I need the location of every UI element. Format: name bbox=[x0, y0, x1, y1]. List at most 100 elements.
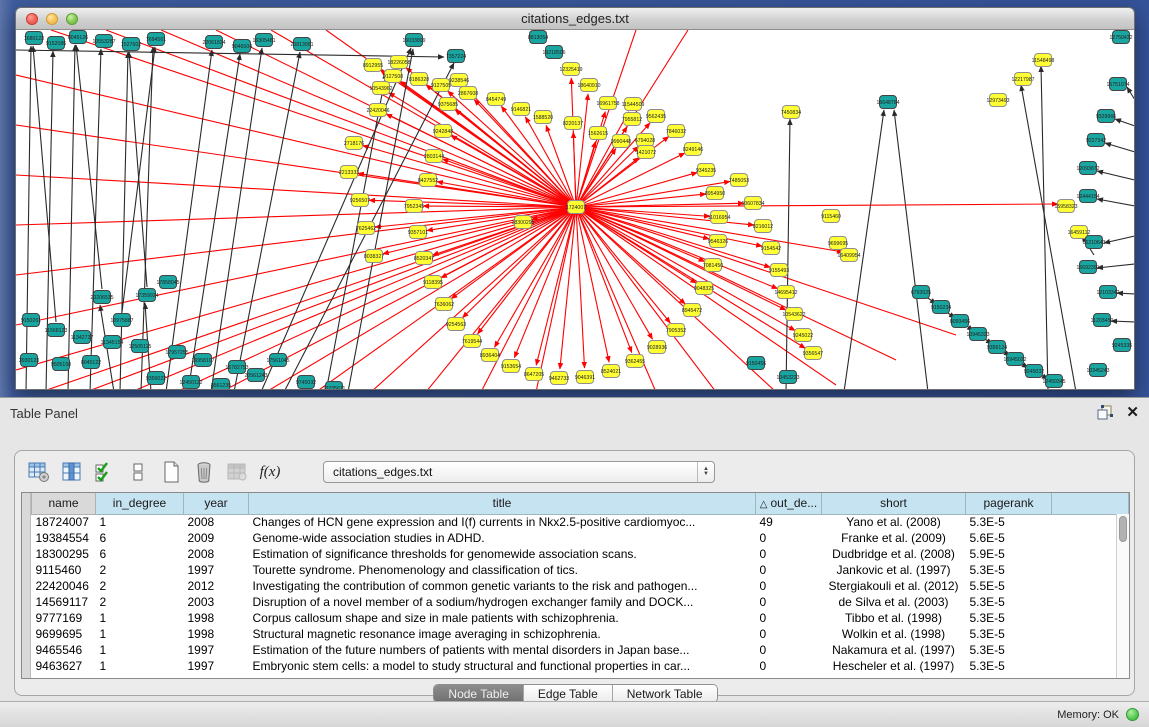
network-node[interactable]: 8912955 bbox=[363, 59, 383, 72]
table-cell[interactable]: 18724007 bbox=[32, 514, 96, 530]
table-cell[interactable]: 2008 bbox=[184, 514, 249, 530]
scrollbar-thumb[interactable] bbox=[1119, 516, 1127, 542]
table-cell[interactable]: 0 bbox=[756, 546, 822, 562]
network-node[interactable]: 9356022 bbox=[146, 372, 166, 385]
network-node[interactable]: 11548498 bbox=[1032, 54, 1055, 67]
table-cell[interactable]: 5.3E-5 bbox=[966, 514, 1052, 530]
network-node[interactable]: 22061824 bbox=[202, 36, 225, 49]
table-cell[interactable]: Jankovic et al. (1997) bbox=[822, 562, 966, 578]
table-cell[interactable]: 1 bbox=[96, 626, 184, 642]
tab-network-table[interactable]: Network Table bbox=[612, 685, 717, 702]
network-node[interactable]: 7952345 bbox=[404, 200, 424, 213]
table-cell[interactable]: Changes of HCN gene expression and I(f) … bbox=[249, 514, 756, 530]
table-cell[interactable]: 1997 bbox=[184, 642, 249, 658]
network-node[interactable]: 9245335 bbox=[1112, 339, 1132, 352]
table-settings-icon[interactable] bbox=[27, 460, 51, 484]
network-node[interactable]: 7636062 bbox=[434, 298, 454, 311]
network-node[interactable]: 7625462 bbox=[356, 222, 376, 235]
network-node[interactable]: 11342737 bbox=[71, 331, 94, 344]
table-cell[interactable]: 0 bbox=[756, 658, 822, 674]
network-node[interactable]: 7081450 bbox=[703, 259, 723, 272]
column-header-title[interactable]: title bbox=[249, 493, 756, 514]
network-node[interactable]: 8561235 bbox=[211, 379, 231, 391]
network-node[interactable]: 18640910 bbox=[577, 79, 600, 92]
table-cell[interactable]: 9465546 bbox=[32, 642, 96, 658]
network-node[interactable]: 22420046 bbox=[366, 104, 389, 117]
table-row[interactable]: 1872400712008Changes of HCN gene express… bbox=[32, 514, 1129, 530]
table-row[interactable]: 946554611997Estimation of the future num… bbox=[32, 642, 1129, 658]
network-node[interactable]: 10553287 bbox=[92, 35, 115, 48]
network-node[interactable]: 9375685 bbox=[438, 98, 458, 111]
table-selector-dropdown[interactable]: citations_edges.txt ▲▼ bbox=[323, 461, 715, 483]
table-cell[interactable]: Tourette syndrome. Phenomenology and cla… bbox=[249, 562, 756, 578]
network-node[interactable]: 12450345 bbox=[1042, 375, 1065, 388]
network-node[interactable]: 1680123 bbox=[24, 32, 44, 45]
network-node[interactable]: 10543622 bbox=[782, 308, 805, 321]
network-node[interactable]: 16210643 bbox=[1082, 236, 1105, 249]
table-cell[interactable]: 1 bbox=[96, 514, 184, 530]
table-cell[interactable]: 1 bbox=[96, 642, 184, 658]
table-cell[interactable]: Wolkin et al. (1998) bbox=[822, 626, 966, 642]
network-node[interactable]: 10453223 bbox=[776, 371, 799, 384]
network-node[interactable]: 7485053 bbox=[729, 174, 749, 187]
network-node[interactable]: 2867608 bbox=[458, 87, 478, 100]
table-cell[interactable]: 1997 bbox=[184, 658, 249, 674]
network-node[interactable]: 9152086 bbox=[46, 37, 66, 50]
network-node[interactable]: 9562435 bbox=[646, 110, 666, 123]
table-cell[interactable]: 9777169 bbox=[32, 610, 96, 626]
network-node[interactable]: 17561045 bbox=[266, 354, 289, 367]
table-cell[interactable]: 2 bbox=[96, 578, 184, 594]
network-node[interactable]: 16409954 bbox=[837, 249, 860, 262]
table-cell[interactable]: 6 bbox=[96, 530, 184, 546]
network-node[interactable]: 12505115 bbox=[129, 340, 152, 353]
network-node[interactable]: 12444154 bbox=[1076, 190, 1099, 203]
network-node[interactable]: 8093456 bbox=[950, 315, 970, 328]
network-node[interactable]: 10235611 bbox=[323, 382, 346, 391]
network-node[interactable]: 18300295 bbox=[511, 216, 534, 229]
table-cell[interactable]: 0 bbox=[756, 594, 822, 610]
table-cell[interactable]: 0 bbox=[756, 562, 822, 578]
network-node[interactable]: 12750432 bbox=[1109, 31, 1132, 44]
table-cell[interactable]: Genome-wide association studies in ADHD. bbox=[249, 530, 756, 546]
network-node[interactable]: 8647205 bbox=[524, 368, 544, 381]
network-node[interactable]: 7846032 bbox=[666, 125, 686, 138]
table-cell[interactable]: 5.3E-5 bbox=[966, 594, 1052, 610]
network-node[interactable]: 9146821 bbox=[511, 103, 531, 116]
table-cell[interactable]: 5.6E-5 bbox=[966, 530, 1052, 546]
network-node[interactable]: 16958107 bbox=[191, 354, 214, 367]
network-node[interactable]: 8038327 bbox=[364, 250, 384, 263]
network-node[interactable]: 10543962 bbox=[369, 82, 392, 95]
table-cell[interactable]: Disruption of a novel member of a sodium… bbox=[249, 594, 756, 610]
network-node[interactable]: 8249146 bbox=[683, 143, 703, 156]
network-node[interactable]: 9118395 bbox=[423, 276, 443, 289]
network-node[interactable]: 1562615 bbox=[588, 127, 608, 140]
zoom-window-button[interactable] bbox=[66, 13, 78, 25]
delete-table-icon[interactable] bbox=[192, 460, 216, 484]
network-node[interactable]: 9245032 bbox=[1024, 365, 1044, 378]
network-node[interactable]: 10607834 bbox=[741, 197, 764, 210]
table-cell[interactable]: Investigating the contribution of common… bbox=[249, 578, 756, 594]
network-graph[interactable]: 1724007891295518226058912750810543962224… bbox=[16, 30, 1135, 390]
network-node[interactable]: 9155493 bbox=[769, 264, 789, 277]
table-cell[interactable]: Dudbridge et al. (2008) bbox=[822, 546, 966, 562]
network-node[interactable]: 9362455 bbox=[625, 355, 645, 368]
table-cell[interactable]: 9463627 bbox=[32, 658, 96, 674]
network-node[interactable]: 17359924 bbox=[135, 289, 158, 302]
network-node[interactable]: 12217987 bbox=[1011, 73, 1034, 86]
tab-edge-table[interactable]: Edge Table bbox=[523, 685, 612, 702]
new-table-icon[interactable] bbox=[159, 460, 183, 484]
table-row[interactable]: 946362711997Embryonic stem cells: a mode… bbox=[32, 658, 1129, 674]
network-node[interactable]: 2718176 bbox=[344, 137, 364, 150]
network-node[interactable]: 7694561 bbox=[146, 33, 166, 46]
network-node[interactable]: 1421072 bbox=[636, 146, 656, 159]
table-cell[interactable]: 1997 bbox=[184, 562, 249, 578]
network-node[interactable]: 8186328 bbox=[409, 73, 429, 86]
network-node[interactable]: 8045126 bbox=[68, 31, 88, 44]
select-all-rows-icon[interactable] bbox=[93, 460, 117, 484]
table-cell[interactable]: 1 bbox=[96, 658, 184, 674]
table-cell[interactable]: 0 bbox=[756, 642, 822, 658]
table-cell[interactable]: 2003 bbox=[184, 594, 249, 610]
table-cell[interactable]: Yano et al. (2008) bbox=[822, 514, 966, 530]
network-node[interactable]: 9546326 bbox=[708, 235, 728, 248]
table-cell[interactable]: 1998 bbox=[184, 610, 249, 626]
